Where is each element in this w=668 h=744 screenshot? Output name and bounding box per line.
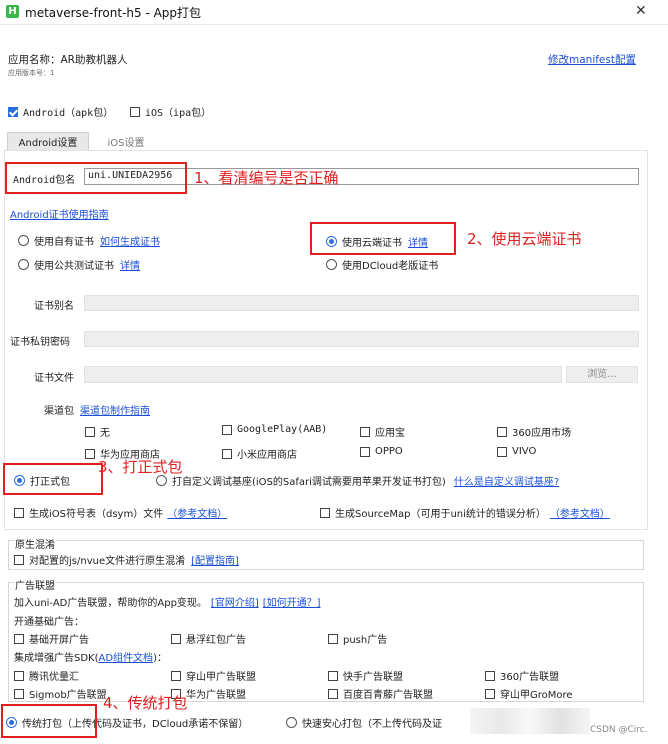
checkbox-icon xyxy=(328,670,338,681)
checkbox-checked-icon xyxy=(8,106,18,117)
checkbox-icon xyxy=(171,633,181,644)
channel-checkbox-yingyongbao[interactable]: 应用宝 xyxy=(360,424,405,439)
checkbox-icon xyxy=(14,670,24,681)
cert-file-label: 证书文件 xyxy=(34,373,74,384)
ad-checkbox-push[interactable]: push广告 xyxy=(328,631,387,646)
blurred-region xyxy=(470,708,590,734)
ad-checkbox-kuaishou[interactable]: 快手广告联盟 xyxy=(328,668,403,683)
checkbox-icon xyxy=(14,507,24,518)
close-icon[interactable]: ✕ xyxy=(635,3,647,19)
sourcemap-doc-link[interactable]: （参考文档） xyxy=(550,505,610,520)
checkbox-icon xyxy=(171,670,181,681)
channel-label: 渠道包 xyxy=(44,406,74,417)
channel-checkbox-xiaomi[interactable]: 小米应用商店 xyxy=(222,446,297,461)
how-generate-cert-link[interactable]: 如何生成证书 xyxy=(100,233,160,248)
checkbox-icon xyxy=(485,688,495,699)
channel-checkbox-oppo[interactable]: OPPO xyxy=(360,446,403,457)
watermark: CSDN @Circ. xyxy=(590,725,648,735)
annotation-step2: 2、使用云端证书 xyxy=(467,230,582,248)
cert-alias-input[interactable] xyxy=(84,295,639,311)
ios-symbol-doc-link[interactable]: （参考文档） xyxy=(167,505,227,520)
what-is-custom-base-link[interactable]: 什么是自定义调试基座? xyxy=(454,473,559,488)
enhanced-ads-label: 集成增强广告SDK( AD组件文档 )： xyxy=(14,649,167,664)
annotation-box-cloud-cert xyxy=(310,222,456,255)
modify-manifest-link[interactable]: 修改manifest配置 xyxy=(548,52,636,67)
checkbox-icon xyxy=(497,426,507,437)
checkbox-icon xyxy=(360,426,370,437)
checkbox-icon xyxy=(130,106,140,117)
app-version-label: 应用版本号：1 xyxy=(8,69,55,77)
obfuscation-guide-link[interactable]: [配置指南] xyxy=(191,552,239,567)
radio-icon xyxy=(18,235,29,246)
channel-checkbox-360[interactable]: 360应用市场 xyxy=(497,424,571,439)
ad-intro: 加入uni-AD广告联盟，帮助你的App变现。 [官网介绍] [如何开通？] xyxy=(14,594,321,609)
browse-button[interactable]: 浏览... xyxy=(566,366,638,383)
android-platform-checkbox[interactable]: Android（apk包） xyxy=(8,104,113,119)
ad-union-title: 广告联盟 xyxy=(14,577,56,592)
dcloud-old-cert-radio[interactable]: 使用DCloud老版证书 xyxy=(326,257,438,272)
ad-checkbox-pangle[interactable]: 穿山甲广告联盟 xyxy=(171,668,256,683)
ad-checkbox-splash[interactable]: 基础开屏广告 xyxy=(14,631,89,646)
ad-how-to-open-link[interactable]: [如何开通？] xyxy=(263,594,321,609)
custom-base-radio[interactable]: 打自定义调试基座(iOS的Safari调试需要用苹果开发证书打包) 什么是自定义… xyxy=(156,473,559,488)
sourcemap-checkbox[interactable]: 生成SourceMap（可用于uni统计的错误分析） （参考文档） xyxy=(320,505,610,520)
ad-checkbox-floating-redpacket[interactable]: 悬浮红包广告 xyxy=(171,631,246,646)
checkbox-icon xyxy=(14,554,24,565)
public-test-cert-radio[interactable]: 使用公共测试证书 详情 xyxy=(18,257,140,272)
ad-checkbox-gromore[interactable]: 穿山甲GroMore xyxy=(485,686,573,701)
ios-symbol-checkbox[interactable]: 生成iOS符号表（dsym）文件 （参考文档） xyxy=(14,505,227,520)
annotation-box-package-name xyxy=(5,162,187,194)
window-title: metaverse-front-h5 - App打包 xyxy=(25,6,202,20)
ad-intro-link[interactable]: [官网介绍] xyxy=(211,594,259,609)
ad-component-doc-link[interactable]: AD组件文档 xyxy=(99,649,154,664)
checkbox-icon xyxy=(360,446,370,457)
cert-guide-link[interactable]: Android证书使用指南 xyxy=(10,206,109,221)
checkbox-icon xyxy=(85,426,95,437)
checkbox-icon xyxy=(485,670,495,681)
obfuscation-title: 原生混淆 xyxy=(14,536,56,551)
checkbox-icon xyxy=(328,688,338,699)
annotation-box-formal-build xyxy=(3,463,103,495)
annotation-step3: 3、打正式包 xyxy=(98,458,183,476)
ad-checkbox-baidu[interactable]: 百度百青藤广告联盟 xyxy=(328,686,433,701)
checkbox-icon xyxy=(328,633,338,644)
ad-checkbox-tencent[interactable]: 腾讯优量汇 xyxy=(14,668,79,683)
cert-key-password-input[interactable] xyxy=(84,331,639,347)
public-cert-details-link[interactable]: 详情 xyxy=(120,257,140,272)
radio-icon xyxy=(286,717,297,728)
basic-ads-label: 开通基础广告： xyxy=(14,617,84,628)
channel-checkbox-googleplay[interactable]: GooglePlay(AAB) xyxy=(222,424,327,435)
channel-checkbox-vivo[interactable]: VIVO xyxy=(497,446,536,457)
app-name-label: 应用名称：AR助教机器人 xyxy=(8,54,128,66)
window-titlebar: H metaverse-front-h5 - App打包 ✕ xyxy=(0,0,668,25)
annotation-step1: 1、看清编号是否正确 xyxy=(194,169,339,187)
cert-key-password-label: 证书私钥密码 xyxy=(10,337,70,348)
channel-row: 渠道包 渠道包制作指南 xyxy=(44,402,150,417)
cert-file-input[interactable] xyxy=(84,366,562,383)
checkbox-icon xyxy=(320,507,330,518)
tab-ios-settings[interactable]: iOS设置 xyxy=(95,132,157,150)
checkbox-icon xyxy=(14,688,24,699)
annotation-step4: 4、传统打包 xyxy=(103,694,188,712)
channel-checkbox-none[interactable]: 无 xyxy=(85,424,110,439)
app-logo-icon: H xyxy=(6,5,19,18)
obfuscation-checkbox[interactable]: 对配置的js/nvue文件进行原生混淆 [配置指南] xyxy=(14,552,239,567)
ios-platform-checkbox[interactable]: iOS（ipa包） xyxy=(130,104,211,119)
channel-guide-link[interactable]: 渠道包制作指南 xyxy=(80,402,150,417)
checkbox-icon xyxy=(85,448,95,459)
checkbox-icon xyxy=(222,424,232,435)
ad-checkbox-360[interactable]: 360广告联盟 xyxy=(485,668,559,683)
annotation-box-traditional-packaging xyxy=(1,704,97,738)
checkbox-icon xyxy=(222,448,232,459)
quick-packaging-radio[interactable]: 快速安心打包（不上传代码及证 xyxy=(286,715,442,730)
radio-icon xyxy=(18,259,29,270)
cert-alias-label: 证书别名 xyxy=(34,301,74,312)
checkbox-icon xyxy=(497,446,507,457)
ad-checkbox-sigmob[interactable]: Sigmob广告联盟 xyxy=(14,686,107,701)
radio-icon xyxy=(326,259,337,270)
tab-android-settings[interactable]: Android设置 xyxy=(7,132,89,150)
checkbox-icon xyxy=(14,633,24,644)
own-cert-radio[interactable]: 使用自有证书 如何生成证书 xyxy=(18,233,160,248)
